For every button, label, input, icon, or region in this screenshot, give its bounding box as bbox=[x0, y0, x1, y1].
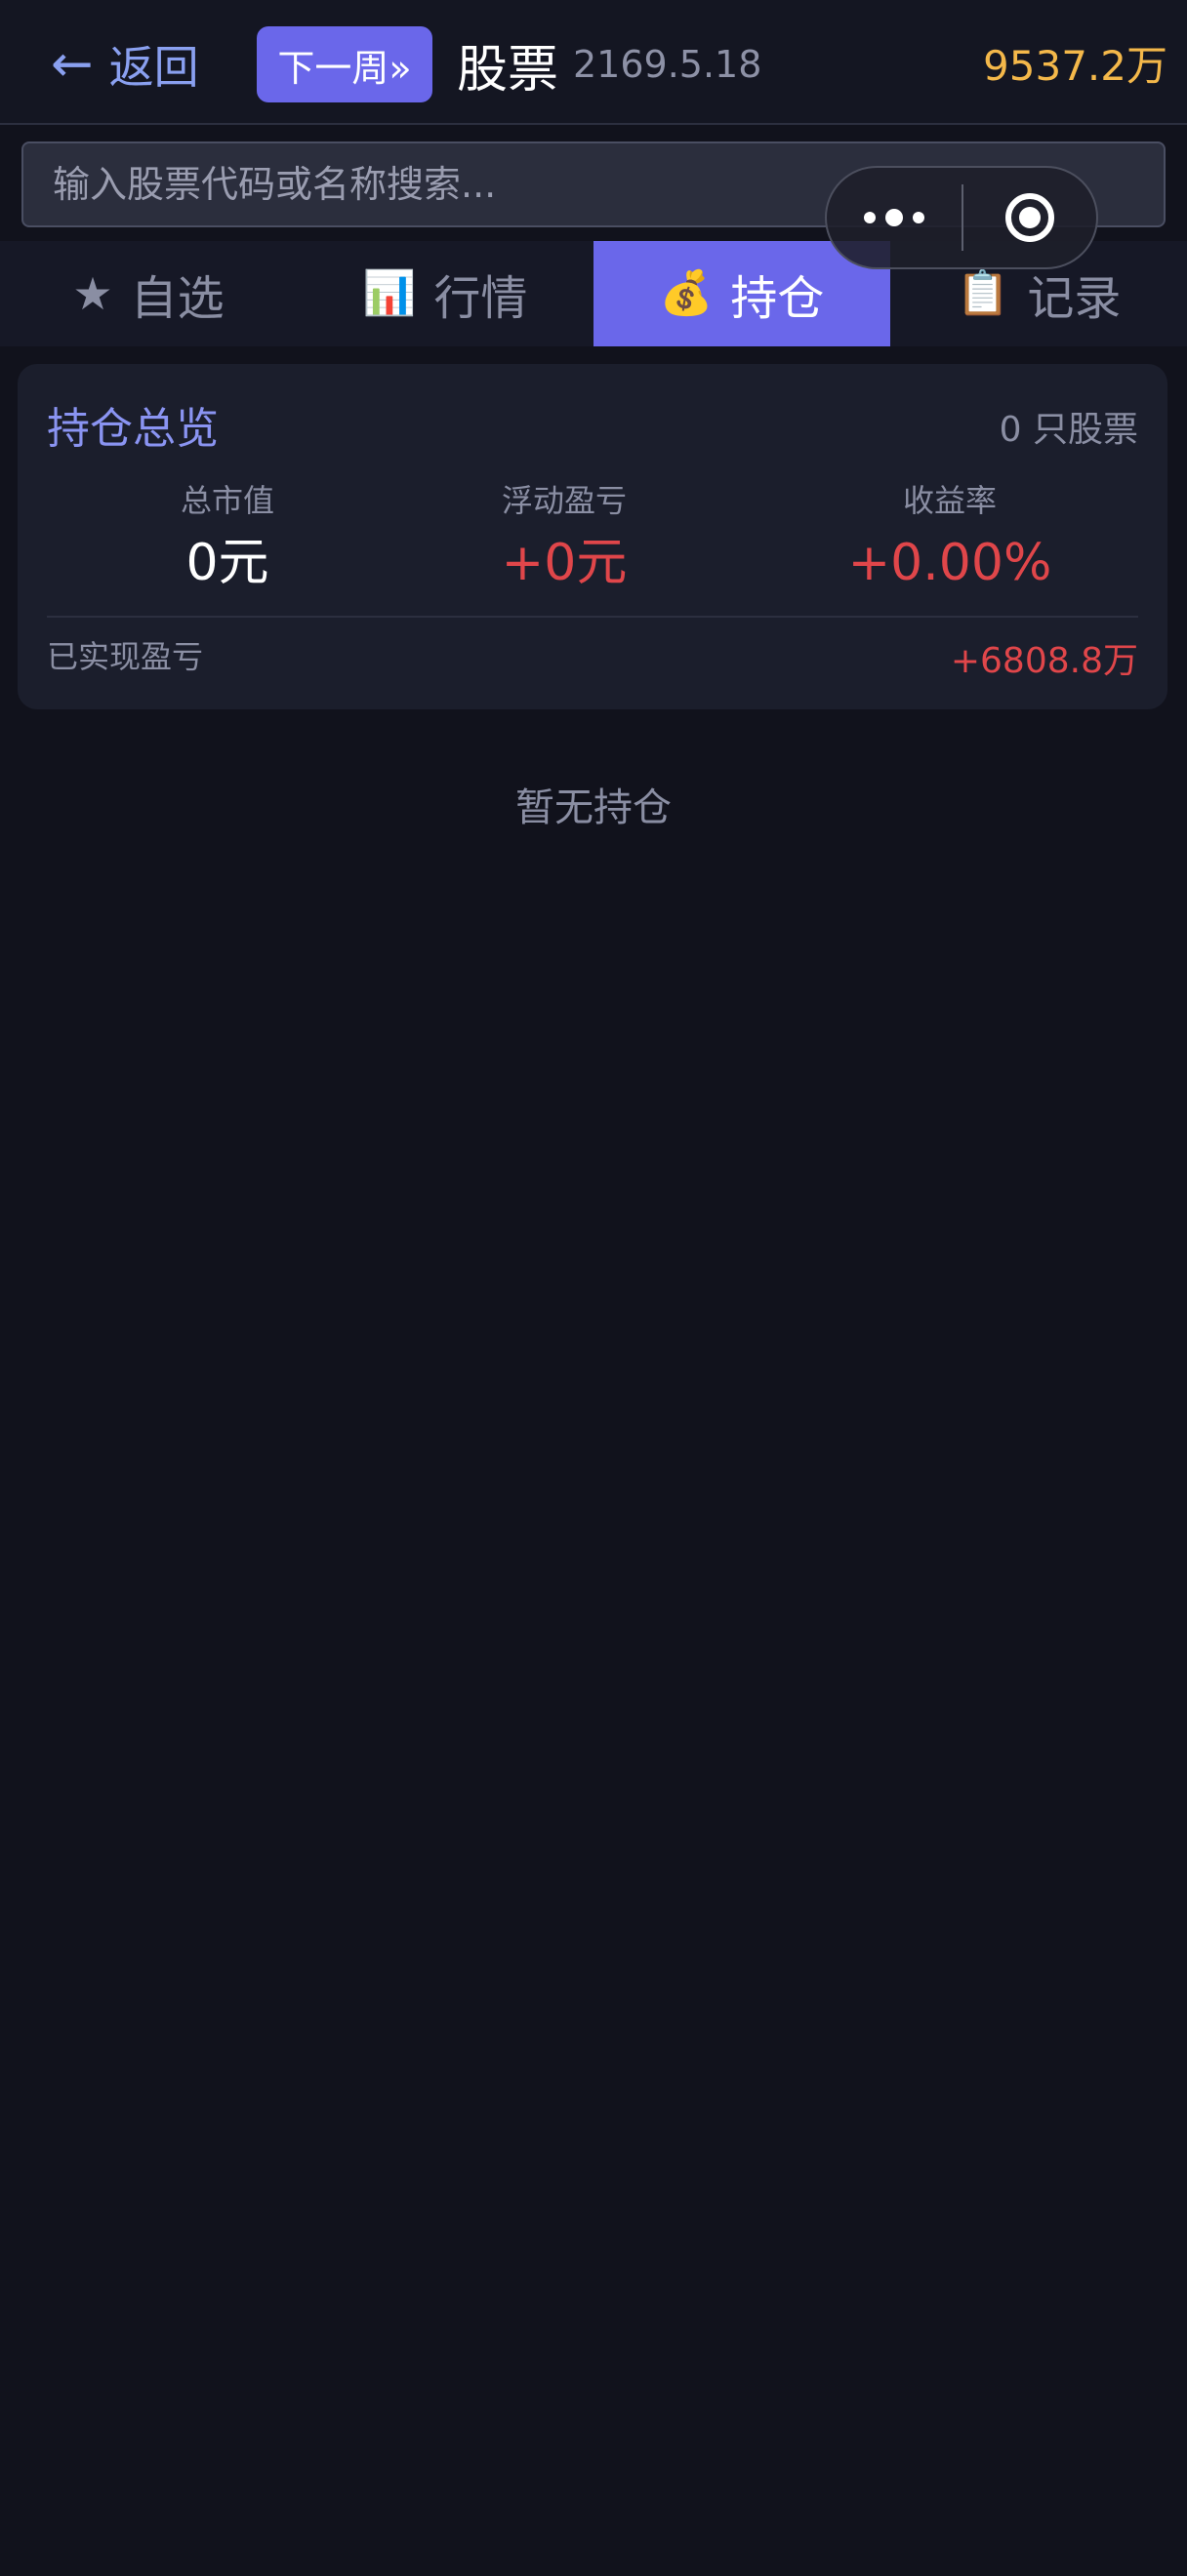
mini-program-capsule bbox=[825, 166, 1098, 269]
star-icon: ★ bbox=[72, 267, 113, 320]
realized-pnl-value: +6808.8万 bbox=[950, 641, 1138, 681]
empty-holdings-text: 暂无持仓 bbox=[515, 785, 672, 830]
tab-label: 自选 bbox=[130, 271, 225, 326]
metric-label: 收益率 bbox=[902, 482, 997, 519]
cash-balance: 9537.2万 bbox=[983, 41, 1167, 90]
metric-label: 浮动盈亏 bbox=[501, 482, 627, 519]
tab-label: 持仓 bbox=[730, 271, 825, 326]
stock-page: ← 返回 下一周» 股票 2169.5.18 9537.2万 ★ 自选 📊 bbox=[0, 0, 1187, 2576]
target-close-icon bbox=[1005, 193, 1054, 242]
top-bar: ← 返回 下一周» 股票 2169.5.18 9537.2万 bbox=[0, 0, 1187, 125]
more-dots-icon bbox=[864, 209, 924, 226]
metric-label: 总市值 bbox=[180, 482, 274, 519]
game-date: 2169.5.18 bbox=[573, 43, 762, 86]
metric-floating-pnl: 浮动盈亏 +0元 bbox=[389, 481, 740, 592]
money-bag-icon: 💰 bbox=[659, 268, 714, 318]
back-arrow-icon: ← bbox=[51, 35, 94, 94]
back-button[interactable]: ← 返回 bbox=[51, 27, 199, 101]
tab-watchlist[interactable]: ★ 自选 bbox=[0, 241, 297, 346]
card-divider bbox=[47, 616, 1138, 618]
realized-pnl-label: 已实现盈亏 bbox=[47, 638, 204, 675]
clipboard-icon: 📋 bbox=[956, 268, 1010, 318]
bar-chart-icon: 📊 bbox=[362, 268, 417, 318]
page-title: 股票 bbox=[457, 40, 559, 100]
back-label: 返回 bbox=[108, 41, 199, 94]
metric-value: 0元 bbox=[185, 534, 269, 592]
metric-market-value: 总市值 0元 bbox=[47, 481, 408, 592]
tab-market[interactable]: 📊 行情 bbox=[297, 241, 594, 346]
capsule-more-button[interactable] bbox=[827, 168, 962, 267]
tab-label: 记录 bbox=[1027, 271, 1122, 326]
holdings-summary-card: 持仓总览 0 只股票 总市值 0元 浮动盈亏 +0元 收益率 +0.00% 已实… bbox=[18, 364, 1167, 709]
capsule-close-button[interactable] bbox=[963, 168, 1096, 267]
metric-value: +0.00% bbox=[847, 534, 1052, 592]
next-week-button[interactable]: 下一周» bbox=[257, 26, 432, 102]
stock-count: 0 只股票 bbox=[999, 410, 1138, 450]
card-title: 持仓总览 bbox=[47, 404, 219, 454]
metric-value: +0元 bbox=[501, 534, 628, 592]
metric-return-rate: 收益率 +0.00% bbox=[759, 481, 1140, 592]
tab-label: 行情 bbox=[433, 271, 528, 326]
